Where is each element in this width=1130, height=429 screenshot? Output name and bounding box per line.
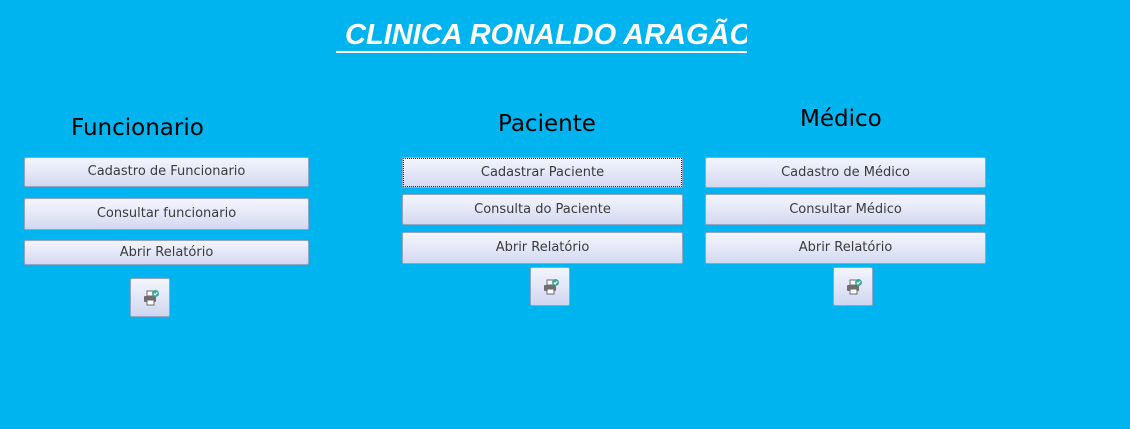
print-report-icon <box>144 290 159 306</box>
page-title: CLINICA RONALDO ARAGÃO <box>336 17 747 53</box>
print-report-icon <box>544 279 559 295</box>
consultar-funcionario-button[interactable]: Consultar funcionario <box>24 198 309 230</box>
cadastro-funcionario-button[interactable]: Cadastro de Funcionario <box>24 157 309 187</box>
print-report-icon <box>847 279 862 295</box>
funcionario-heading: Funcionario <box>71 115 204 141</box>
consultar-medico-button[interactable]: Consultar Médico <box>705 194 986 225</box>
cadastro-medico-button[interactable]: Cadastro de Médico <box>705 157 986 188</box>
funcionario-print-report-button[interactable] <box>130 278 170 317</box>
paciente-heading: Paciente <box>498 111 596 137</box>
paciente-print-report-button[interactable] <box>530 267 570 306</box>
medico-print-report-button[interactable] <box>833 267 873 306</box>
cadastrar-paciente-button[interactable]: Cadastrar Paciente <box>402 157 683 188</box>
medico-abrir-relatorio-button[interactable]: Abrir Relatório <box>705 232 986 264</box>
consulta-paciente-button[interactable]: Consulta do Paciente <box>402 194 683 225</box>
funcionario-abrir-relatorio-button[interactable]: Abrir Relatório <box>24 240 309 265</box>
paciente-abrir-relatorio-button[interactable]: Abrir Relatório <box>402 232 683 264</box>
medico-heading: Médico <box>800 106 882 132</box>
